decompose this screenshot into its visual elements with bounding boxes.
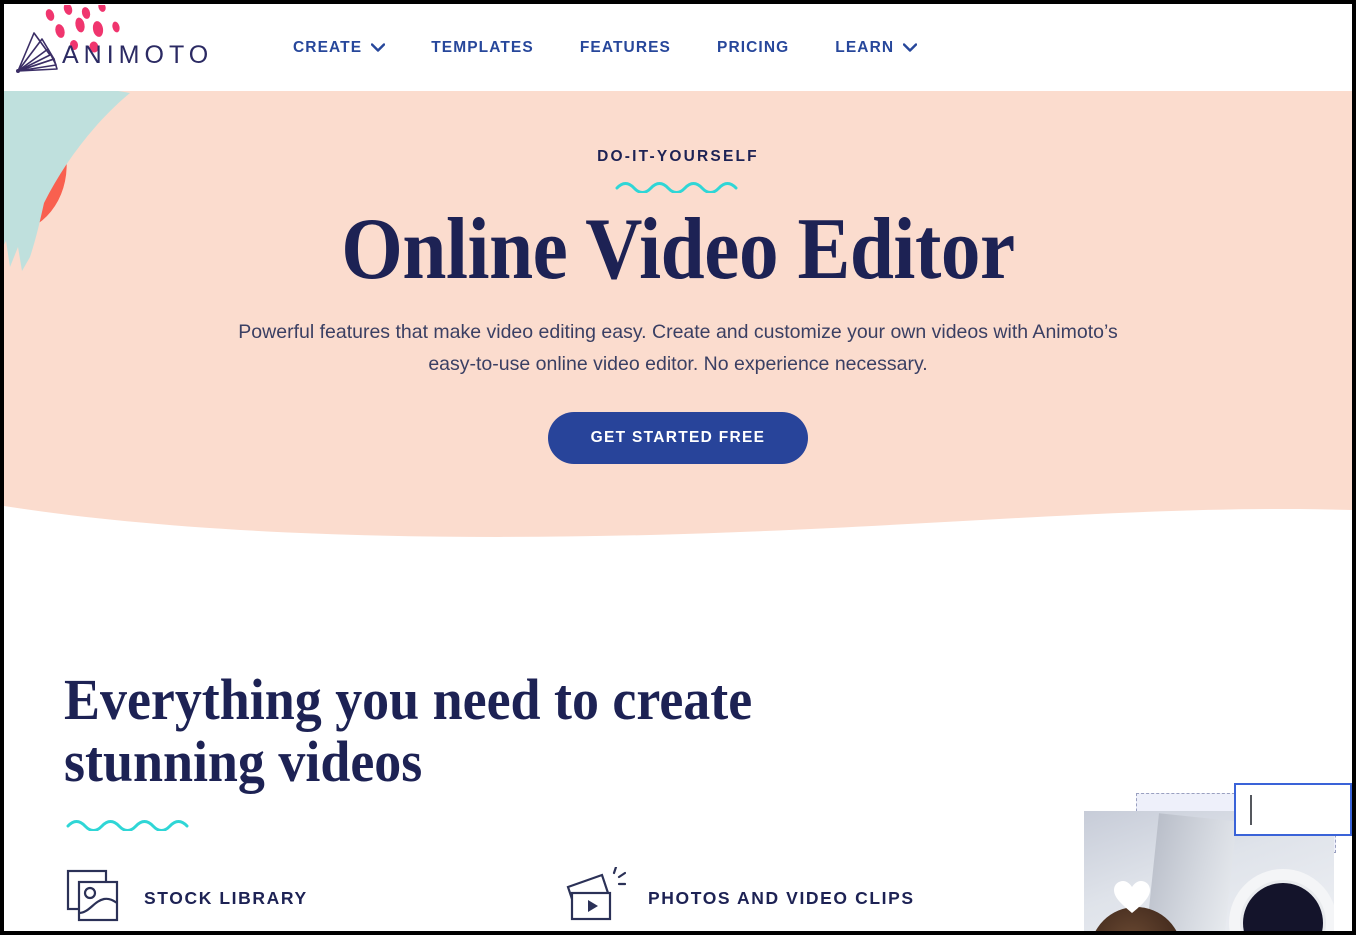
nav-label: TEMPLATES: [431, 38, 534, 56]
nav-label: PRICING: [717, 38, 790, 56]
hero-section: DO-IT-YOURSELF Online Video Editor Power…: [4, 89, 1352, 549]
coffee-liquid-shape: [1243, 883, 1323, 931]
nav-item-create[interactable]: CREATE: [270, 39, 408, 57]
chevron-down-icon: [902, 39, 918, 57]
main-navigation: CREATE TEMPLATES FEATURES PRICING LEARN: [270, 39, 940, 57]
features-list: STOCK LIBRARY PHOTOS AND VIDEO CLIPS: [64, 865, 915, 930]
nav-label: CREATE: [293, 38, 363, 56]
site-header: ANIMOTO CREATE TEMPLATES FEATURES PRICIN…: [4, 4, 1352, 91]
wavy-line-icon: [66, 817, 192, 836]
fan-logo-icon: [14, 29, 60, 80]
video-clips-icon: [564, 865, 627, 930]
nav-item-pricing[interactable]: PRICING: [694, 39, 812, 57]
nav-label: FEATURES: [579, 38, 671, 56]
nav-item-features[interactable]: FEATURES: [557, 39, 694, 57]
nav-item-templates[interactable]: TEMPLATES: [408, 39, 557, 57]
heart-icon: [1112, 879, 1152, 920]
nav-item-learn[interactable]: LEARN: [812, 39, 940, 57]
feature-item-photos-video-clips[interactable]: PHOTOS AND VIDEO CLIPS: [564, 865, 915, 930]
hero-title: Online Video Editor: [341, 201, 1015, 298]
features-heading: Everything you need to create stunning v…: [64, 667, 753, 794]
wavy-line-icon: [4, 179, 1352, 198]
brand-name: ANIMOTO: [62, 40, 214, 69]
hero-subtitle: Powerful features that make video editin…: [238, 321, 1118, 376]
text-input-field[interactable]: [1234, 783, 1352, 836]
chevron-down-icon: [370, 39, 386, 57]
stock-photos-icon: [64, 867, 122, 930]
page-root: ANIMOTO CREATE TEMPLATES FEATURES PRICIN…: [0, 0, 1356, 935]
feature-label: PHOTOS AND VIDEO CLIPS: [648, 888, 915, 908]
feature-label: STOCK LIBRARY: [144, 888, 308, 908]
hero-content: DO-IT-YOURSELF Online Video Editor Power…: [4, 89, 1352, 465]
coffee-cup-shape: [1229, 869, 1334, 931]
hero-eyebrow: DO-IT-YOURSELF: [597, 148, 759, 165]
nav-label: LEARN: [835, 38, 895, 56]
get-started-free-button[interactable]: GET STARTED FREE: [547, 412, 809, 465]
photo-preview-block: [1084, 783, 1352, 931]
text-cursor-icon: [1250, 795, 1252, 825]
brand-logo[interactable]: ANIMOTO: [10, 4, 214, 83]
wave-divider: [4, 506, 1352, 549]
feature-item-stock-library[interactable]: STOCK LIBRARY: [64, 867, 564, 930]
hero-cta-wrap: GET STARTED FREE: [4, 412, 1352, 465]
